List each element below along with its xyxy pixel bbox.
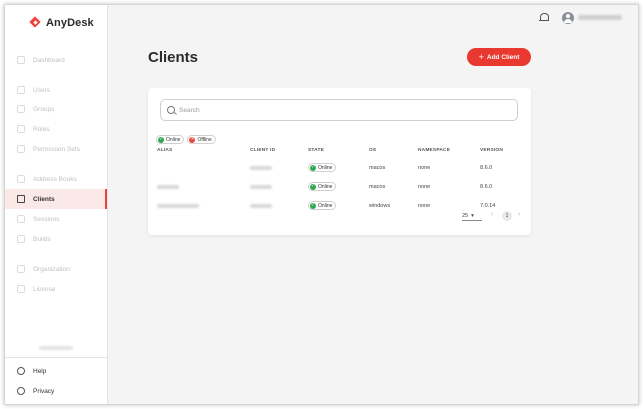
search-icon [167,106,175,114]
filter-offline-chip[interactable]: ✕ Offline [187,135,216,144]
state-filters: ✓ Online ✕ Offline [156,135,216,144]
app-window: AnyDesk Dashboard Users Groups Roles Per… [4,4,639,405]
check-icon: ✓ [310,164,316,171]
sidebar-item-clients[interactable]: Clients [5,189,107,209]
sidebar: AnyDesk Dashboard Users Groups Roles Per… [5,5,108,404]
search-input[interactable] [179,106,479,114]
check-icon: ✓ [158,136,164,143]
avatar[interactable] [562,12,574,24]
logo-text: AnyDesk [46,17,94,29]
close-icon: ✕ [189,136,196,143]
state-label: Online [318,164,333,171]
sidebar-item-address-books[interactable]: Address Books [5,169,107,189]
state-label: Online [318,202,333,209]
column-header-os[interactable]: OS [369,148,376,153]
previous-page-icon[interactable]: ‹ [491,211,493,218]
status-badge: ✓ Online [308,201,337,210]
license-icon [17,285,25,293]
sidebar-item-label: Organization [33,265,70,273]
anydesk-logo-icon [30,17,42,29]
client-id-redacted [250,185,272,189]
builds-icon [17,235,25,243]
namespace-cell: none [418,165,431,171]
notification-bell-icon[interactable] [539,13,549,23]
namespace-cell: none [418,203,431,209]
sidebar-item-label: Builds [33,235,51,243]
roles-icon [17,125,25,133]
address-book-icon [17,175,25,183]
sidebar-item-privacy[interactable]: Privacy [5,381,107,401]
sidebar-divider [5,357,107,358]
sidebar-item-label: Permission Sets [33,145,80,153]
client-id-redacted [250,204,272,208]
sidebar-item-help[interactable]: Help [5,361,107,381]
sidebar-item-dashboard[interactable]: Dashboard [5,50,107,70]
sidebar-item-sessions[interactable]: Sessions [5,209,107,229]
sidebar-item-roles[interactable]: Roles [5,119,107,139]
status-badge: ✓ Online [308,182,337,191]
version-cell: 7.0.14 [480,203,496,209]
grid-icon [17,56,25,64]
sidebar-item-license[interactable]: License [5,279,107,299]
column-header-alias[interactable]: ALIAS [157,148,172,153]
rows-per-page-select[interactable]: 25 ▾ [462,213,482,221]
alias-redacted [157,204,199,208]
filter-label: Online [166,136,181,143]
sidebar-item-label: Users [33,86,50,94]
sidebar-item-label: Help [33,367,47,375]
client-id-redacted [250,166,272,170]
sidebar-item-label: Sessions [33,215,60,223]
sidebar-item-groups[interactable]: Groups [5,99,107,119]
column-header-version[interactable]: VERSION [480,148,503,153]
group-icon [17,105,25,113]
sidebar-item-label: Dashboard [33,56,65,64]
status-badge: ✓ Online [308,163,337,172]
filter-online-chip[interactable]: ✓ Online [156,135,185,144]
page-title: Clients [148,49,199,66]
os-cell: macos [369,165,386,171]
shield-icon [17,387,25,395]
add-client-button[interactable]: + Add Client [467,48,531,66]
sidebar-item-builds[interactable]: Builds [5,229,107,249]
sidebar-item-users[interactable]: Users [5,80,107,100]
anydesk-logo[interactable]: AnyDesk [30,17,94,29]
column-header-namespace[interactable]: NAMESPACE [418,148,450,153]
add-client-label: Add Client [486,53,520,61]
check-icon: ✓ [310,202,316,209]
sidebar-user-redacted [39,346,73,350]
sidebar-item-label: Privacy [33,387,55,395]
sidebar-item-organization[interactable]: Organization [5,259,107,279]
alias-redacted [157,185,179,189]
sidebar-item-label: Roles [33,125,50,133]
version-cell: 8.6.0 [480,165,493,171]
page-number-button[interactable]: 1 [502,211,512,221]
next-page-icon[interactable]: › [518,211,520,218]
sidebar-item-label: License [33,285,56,293]
os-cell: macos [369,184,386,190]
state-label: Online [318,183,333,190]
permission-icon [17,145,25,153]
version-cell: 8.6.0 [480,184,493,190]
sessions-icon [17,215,25,223]
clients-card: ✓ Online ✕ Offline ALIAS CLIENT ID STATE… [148,88,531,235]
organization-icon [17,265,25,273]
column-header-state[interactable]: STATE [308,148,324,153]
user-icon [17,86,25,94]
sidebar-item-permission-sets[interactable]: Permission Sets [5,139,107,159]
search-box[interactable] [160,99,518,121]
filter-label: Offline [197,136,212,143]
sidebar-item-label: Clients [33,195,55,203]
user-name-redacted[interactable] [578,15,622,20]
column-header-client-id[interactable]: CLIENT ID [250,148,275,153]
plus-icon: + [478,51,484,62]
check-icon: ✓ [310,183,316,190]
rows-per-page-value: 25 [462,213,469,219]
os-cell: windows [369,203,391,209]
sidebar-item-label: Address Books [33,175,77,183]
monitor-icon [17,195,25,203]
help-icon [17,367,25,375]
sidebar-item-label: Groups [33,105,55,113]
namespace-cell: none [418,184,431,190]
chevron-down-icon: ▾ [471,213,474,219]
